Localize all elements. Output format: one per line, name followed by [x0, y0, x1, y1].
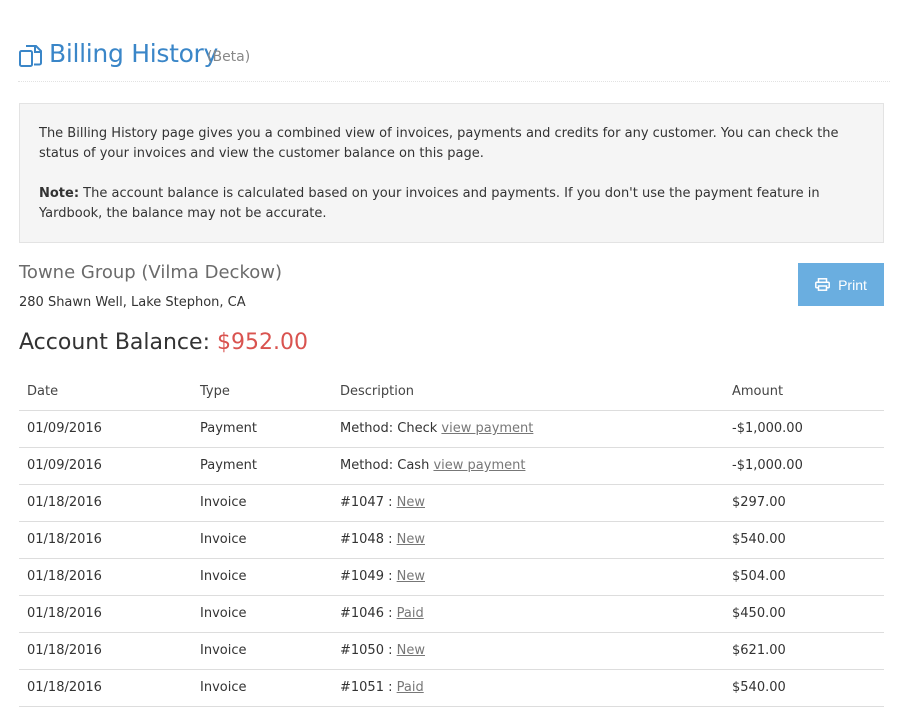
row-date: 01/18/2016 [19, 521, 192, 559]
billing-table: Date Type Description Amount 01/09/2016 … [19, 374, 884, 707]
info-text: The Billing History page gives you a com… [39, 126, 839, 161]
page-header: Billing History (Beta) [18, 38, 890, 82]
header-description: Description [332, 374, 724, 411]
row-type: Invoice [192, 521, 332, 559]
row-type: Payment [192, 447, 332, 485]
row-type: Invoice [192, 595, 332, 633]
table-row: 01/18/2016 Invoice #1048 : New $540.00 [19, 521, 884, 559]
row-type: Invoice [192, 484, 332, 522]
row-description: #1049 : New [332, 558, 724, 596]
table-row: 01/09/2016 Payment Method: Cash view pay… [19, 447, 884, 485]
table-row: 01/09/2016 Payment Method: Check view pa… [19, 410, 884, 448]
print-label: Print [838, 276, 867, 293]
row-type: Payment [192, 410, 332, 448]
note-text: Note: The account balance is calculated … [39, 184, 864, 224]
row-description: Method: Cash view payment [332, 447, 724, 485]
row-amount: $621.00 [724, 632, 884, 670]
view-payment-link[interactable]: view payment [441, 421, 533, 436]
row-date: 01/09/2016 [19, 410, 192, 448]
info-panel: The Billing History page gives you a com… [19, 103, 884, 243]
page-title: Billing History [49, 39, 219, 68]
table-header-row: Date Type Description Amount [19, 374, 884, 411]
documents-icon [19, 45, 42, 67]
row-amount: $504.00 [724, 558, 884, 596]
row-amount: $297.00 [724, 484, 884, 522]
invoice-status-link[interactable]: New [397, 495, 425, 510]
invoice-status-link[interactable]: Paid [397, 606, 424, 621]
table-row: 01/18/2016 Invoice #1050 : New $621.00 [19, 632, 884, 670]
row-date: 01/18/2016 [19, 484, 192, 522]
row-date: 01/09/2016 [19, 447, 192, 485]
row-desc-text: Method: Check [340, 421, 442, 436]
invoice-status-link[interactable]: New [397, 643, 425, 658]
table-row: 01/18/2016 Invoice #1046 : Paid $450.00 [19, 595, 884, 633]
header-amount: Amount [724, 374, 884, 411]
row-date: 01/18/2016 [19, 632, 192, 670]
row-description: #1050 : New [332, 632, 724, 670]
row-date: 01/18/2016 [19, 669, 192, 707]
row-desc-text: #1049 : [340, 569, 397, 584]
invoice-status-link[interactable]: New [397, 569, 425, 584]
row-description: #1047 : New [332, 484, 724, 522]
row-desc-text: Method: Cash [340, 458, 434, 473]
customer-address: 280 Shawn Well, Lake Stephon, CA [19, 295, 246, 310]
print-button[interactable]: Print [798, 263, 884, 306]
row-amount: -$1,000.00 [724, 447, 884, 485]
account-balance: Account Balance: $952.00 [19, 330, 308, 355]
customer-name: Towne Group (Vilma Deckow) [19, 262, 282, 283]
note-body: The account balance is calculated based … [39, 186, 820, 221]
table-row: 01/18/2016 Invoice #1049 : New $504.00 [19, 558, 884, 596]
table-row: 01/18/2016 Invoice #1051 : Paid $540.00 [19, 669, 884, 707]
view-payment-link[interactable]: view payment [433, 458, 525, 473]
row-type: Invoice [192, 558, 332, 596]
table-row: 01/18/2016 Invoice #1047 : New $297.00 [19, 484, 884, 522]
row-type: Invoice [192, 669, 332, 707]
row-description: #1048 : New [332, 521, 724, 559]
row-description: #1051 : Paid [332, 669, 724, 707]
row-amount: $450.00 [724, 595, 884, 633]
note-label: Note: [39, 186, 80, 201]
row-type: Invoice [192, 632, 332, 670]
row-desc-text: #1050 : [340, 643, 397, 658]
invoice-status-link[interactable]: New [397, 532, 425, 547]
header-type: Type [192, 374, 332, 411]
row-desc-text: #1047 : [340, 495, 397, 510]
row-desc-text: #1048 : [340, 532, 397, 547]
row-desc-text: #1046 : [340, 606, 397, 621]
row-description: #1046 : Paid [332, 595, 724, 633]
row-amount: $540.00 [724, 521, 884, 559]
row-description: Method: Check view payment [332, 410, 724, 448]
balance-label: Account Balance: [19, 330, 210, 355]
row-amount: -$1,000.00 [724, 410, 884, 448]
header-date: Date [19, 374, 192, 411]
printer-icon [815, 278, 831, 291]
row-amount: $540.00 [724, 669, 884, 707]
row-desc-text: #1051 : [340, 680, 397, 695]
beta-label: (Beta) [207, 49, 251, 65]
invoice-status-link[interactable]: Paid [397, 680, 424, 695]
row-date: 01/18/2016 [19, 558, 192, 596]
balance-amount: $952.00 [216, 330, 308, 355]
row-date: 01/18/2016 [19, 595, 192, 633]
